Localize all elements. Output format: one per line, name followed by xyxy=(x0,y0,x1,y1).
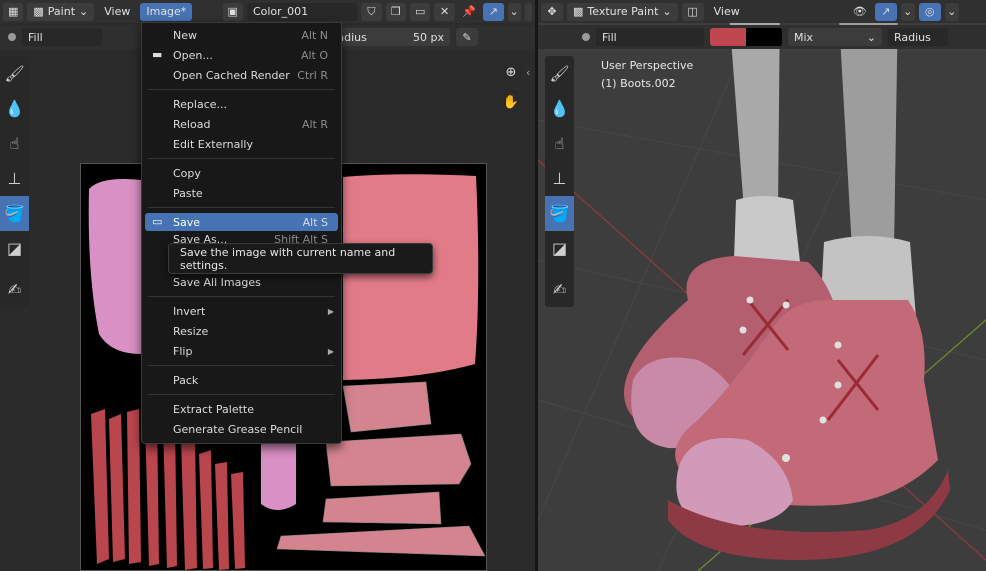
overlay-icon[interactable] xyxy=(524,2,532,21)
viewport-header: ✥ ▩ Texture Paint ⌄ ◫ View 👁 ↗ ⌄ ◎ ⌄ xyxy=(538,0,986,23)
brush-name-field[interactable]: Fill xyxy=(22,28,102,46)
active-object-label: (1) Boots.002 xyxy=(601,77,676,90)
interaction-mode-select[interactable]: ▩ Texture Paint ⌄ xyxy=(567,2,678,21)
folder-icon: ▬ xyxy=(152,48,163,61)
editor-type-icon[interactable]: ✥ xyxy=(541,2,563,21)
menu-item-open[interactable]: ▬ Open... Alt O xyxy=(145,46,338,64)
gizmo-icon[interactable]: ↗ xyxy=(874,2,897,21)
smear-icon[interactable]: ☝ xyxy=(545,126,574,161)
menu-item-pack[interactable]: Pack xyxy=(145,371,338,389)
menu-item-open-cached-render[interactable]: Open Cached Render Ctrl R xyxy=(145,66,338,84)
mask-mode-icon[interactable]: ◫ xyxy=(681,2,704,21)
menu-item-save[interactable]: ▭ Save Alt S xyxy=(145,213,338,231)
menu-item-invert[interactable]: Invert ▶ xyxy=(145,302,338,320)
viewport-3d-pane: ✥ ▩ Texture Paint ⌄ ◫ View 👁 ↗ ⌄ ◎ ⌄ Fill … xyxy=(538,0,986,571)
perspective-label: User Perspective xyxy=(601,59,694,72)
viewport-toolbar: 🖌 💧 ☝ ⊥ 🪣 ◪ ✍ xyxy=(545,56,574,307)
image-browse-icon[interactable]: ▣ xyxy=(222,2,243,21)
view-menu[interactable]: View xyxy=(708,3,746,21)
fill-bucket-icon[interactable]: 🪣 xyxy=(545,196,574,231)
menu-separator xyxy=(148,365,335,366)
visibility-eye-icon[interactable]: 👁 xyxy=(849,3,871,21)
chevron-down-icon[interactable]: ⌄ xyxy=(507,2,521,21)
save-tooltip: Save the image with current name and set… xyxy=(168,243,433,274)
menu-item-generate-grease-pencil[interactable]: Generate Grease Pencil xyxy=(145,420,338,438)
blend-mode-select[interactable]: Mix ⌄ xyxy=(788,28,882,46)
chevron-down-icon[interactable]: ⌄ xyxy=(900,2,915,21)
checker-icon: ▩ xyxy=(573,5,584,18)
submenu-arrow-icon: ▶ xyxy=(327,306,334,316)
image-name-field[interactable]: Color_001 xyxy=(246,2,358,21)
brush-dot-icon xyxy=(582,33,590,41)
save-icon: ▭ xyxy=(152,215,163,228)
menu-separator xyxy=(148,296,335,297)
clone-stamp-icon[interactable]: ⊥ xyxy=(0,161,29,196)
overlays-icon[interactable]: ◎ xyxy=(918,2,941,21)
chevron-down-icon: ⌄ xyxy=(79,5,89,18)
view-menu[interactable]: View xyxy=(98,3,136,21)
secondary-color-swatch[interactable] xyxy=(746,28,782,46)
smear-icon[interactable]: ☝ xyxy=(0,126,29,161)
menu-separator xyxy=(148,394,335,395)
menu-item-resize[interactable]: Resize xyxy=(145,322,338,340)
annotate-icon[interactable]: ✍ xyxy=(0,272,29,307)
radius-field[interactable]: Radius 50 px xyxy=(324,28,450,46)
brush-dot-icon xyxy=(8,33,16,41)
fill-bucket-icon[interactable]: 🪣 xyxy=(0,196,29,231)
radius-field[interactable]: Radius xyxy=(888,28,948,46)
menu-item-extract-palette[interactable]: Extract Palette xyxy=(145,400,338,418)
annotate-icon[interactable]: ✍ xyxy=(545,272,574,307)
soften-icon[interactable]: 💧 xyxy=(0,91,29,126)
viewport-info-overlay: User Perspective (1) Boots.002 xyxy=(601,57,693,93)
viewport-tool-settings: Fill Mix ⌄ Radius xyxy=(538,25,986,49)
checker-icon: ▩ xyxy=(33,5,44,18)
image-editor-header: ▦ ▩ Paint ⌄ View Image* ▣ Color_001 ⛉ ❐ ▭ … xyxy=(0,0,535,23)
chevron-down-icon[interactable]: ⌄ xyxy=(944,2,959,21)
zoom-icon[interactable]: ⊕ xyxy=(499,60,523,84)
chevron-down-icon: ⌄ xyxy=(662,5,672,18)
menu-item-save-all-images[interactable]: Save All Images xyxy=(145,273,338,291)
menu-separator xyxy=(148,207,335,208)
draw-brush-icon[interactable]: 🖌 xyxy=(0,56,29,91)
sidebar-toggle-icon[interactable]: ‹ xyxy=(526,66,530,79)
mode-select[interactable]: ▩ Paint ⌄ xyxy=(27,2,95,21)
editor-type-icon[interactable]: ▦ xyxy=(3,2,24,21)
soften-icon[interactable]: 💧 xyxy=(545,91,574,126)
image-toolbar: 🖌 💧 ☝ ⊥ 🪣 ◪ ✍ xyxy=(0,56,29,307)
brush-name-field[interactable]: Fill xyxy=(596,28,704,46)
snap-icon[interactable]: ↗ xyxy=(483,2,504,21)
brush-color-swatch[interactable] xyxy=(710,28,746,46)
duplicate-image-icon[interactable]: ❐ xyxy=(385,2,406,21)
chevron-down-icon: ⌄ xyxy=(866,30,876,44)
clone-stamp-icon[interactable]: ⊥ xyxy=(545,161,574,196)
fake-user-shield-icon[interactable]: ⛉ xyxy=(361,2,382,21)
draw-brush-icon[interactable]: 🖌 xyxy=(545,56,574,91)
menu-separator xyxy=(148,158,335,159)
menu-separator xyxy=(148,89,335,90)
image-menu[interactable]: Image* xyxy=(140,2,193,21)
submenu-arrow-icon: ▶ xyxy=(327,346,334,356)
pressure-icon[interactable]: ✎ xyxy=(456,28,478,46)
menu-item-flip[interactable]: Flip ▶ xyxy=(145,342,338,360)
close-icon[interactable]: ✕ xyxy=(434,2,455,21)
menu-item-new[interactable]: New Alt N xyxy=(145,26,338,44)
mask-icon[interactable]: ◪ xyxy=(545,231,574,266)
menu-item-replace[interactable]: Replace... xyxy=(145,95,338,113)
pin-icon[interactable]: 📌 xyxy=(459,3,479,21)
menu-item-copy[interactable]: Copy xyxy=(145,164,338,182)
mask-icon[interactable]: ◪ xyxy=(0,231,29,266)
menu-item-paste[interactable]: Paste xyxy=(145,184,338,202)
menu-item-reload[interactable]: Reload Alt R xyxy=(145,115,338,133)
menu-item-edit-externally[interactable]: Edit Externally xyxy=(145,135,338,153)
image-menu-dropdown: New Alt N ▬ Open... Alt O Open Cached Rende… xyxy=(141,22,342,444)
open-folder-icon[interactable]: ▭ xyxy=(410,2,431,21)
pan-hand-icon[interactable]: ✋ xyxy=(499,90,523,114)
